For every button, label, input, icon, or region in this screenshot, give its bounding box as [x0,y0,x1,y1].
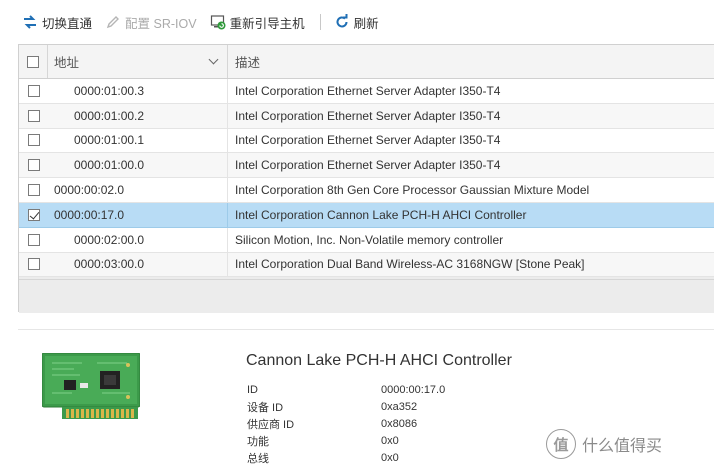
row-address: 0000:00:02.0 [48,178,228,202]
table-row[interactable]: 0000:01:00.0 Intel Corporation Ethernet … [19,153,714,179]
table-row[interactable]: 0000:03:00.0 Intel Corporation Dual Band… [19,252,714,278]
select-all-checkbox[interactable] [27,55,39,68]
toggle-passthrough-label: 切换直通 [42,16,93,31]
device-detail-title: Cannon Lake PCH-H AHCI Controller [246,352,512,369]
watermark-logo-icon: 值 [546,429,576,459]
device-grid: 地址 描述 0000:01:00.3 Intel Corporation Eth… [18,44,714,313]
table-row[interactable]: 0000:02:00.0 Silicon Motion, Inc. Non-Vo… [19,227,714,253]
row-checkbox[interactable] [27,159,40,172]
row-checkbox[interactable] [27,184,40,197]
refresh-button[interactable]: 刷新 [334,11,379,33]
property-key: 总线 [247,452,269,465]
description-column-label: 描述 [235,56,261,70]
refresh-icon [336,14,348,28]
toggle-passthrough-button[interactable]: 切换直通 [22,11,92,33]
select-all-cell [19,45,48,78]
row-address: 0000:01:00.2 [48,103,228,128]
property-value: 0x8086 [381,417,418,430]
property-value: 0000:00:17.0 [381,383,446,396]
row-address: 0000:03:00.0 [48,252,228,277]
row-checkbox[interactable] [27,84,40,97]
row-checkbox[interactable] [27,134,40,147]
table-row[interactable]: 0000:01:00.1 Intel Corporation Ethernet … [19,128,714,154]
row-description: Intel Corporation Dual Band Wireless-AC … [235,257,585,272]
property-row: 功能 0x0 [247,432,577,449]
property-row: 设备 ID 0xa352 [247,398,577,415]
address-column-label: 地址 [54,56,80,70]
reboot-host-icon [210,15,226,30]
row-checkbox[interactable] [27,109,40,122]
property-key: 功能 [247,435,269,448]
row-description: Intel Corporation Ethernet Server Adapte… [235,158,501,173]
grid-header: 地址 描述 [19,45,714,79]
row-description: Intel Corporation Cannon Lake PCH-H AHCI… [235,207,527,222]
row-description: Silicon Motion, Inc. Non-Volatile memory… [235,232,504,247]
property-key: 设备 ID [247,401,284,414]
reboot-host-button[interactable]: 重新引导主机 [210,11,305,33]
row-address: 0000:02:00.0 [48,227,228,252]
row-description: Intel Corporation Ethernet Server Adapte… [235,133,501,148]
property-row: 总线 0x0 [247,449,577,466]
property-value: 0xa352 [381,400,418,413]
row-address: 0000:01:00.3 [48,79,228,103]
property-row: 供应商 ID 0x8086 [247,415,577,432]
toggle-passthrough-icon [24,15,36,29]
row-checkbox-checked[interactable] [27,208,40,221]
pci-card-icon [42,353,140,419]
pencil-icon [106,16,120,29]
table-row[interactable]: 0000:00:02.0 Intel Corporation 8th Gen C… [19,178,714,203]
row-address: 0000:00:17.0 [48,202,228,227]
configure-sriov-label: 配置 SR-IOV [125,16,197,31]
table-row[interactable]: 0000:01:00.3 Intel Corporation Ethernet … [19,79,714,104]
row-address: 0000:01:00.1 [48,128,228,153]
chevron-down-icon[interactable] [208,54,219,65]
row-checkbox[interactable] [27,233,40,246]
reboot-host-label: 重新引导主机 [229,16,305,31]
property-key: 供应商 ID [247,418,295,431]
row-checkbox[interactable] [27,258,40,271]
address-column-header[interactable]: 地址 [48,45,228,78]
watermark-text: 什么值得买 [582,438,663,455]
table-row-selected[interactable]: 0000:00:17.0 Intel Corporation Cannon La… [19,202,714,228]
section-divider [18,329,714,330]
row-description: Intel Corporation Ethernet Server Adapte… [235,83,501,98]
grid-footer [19,279,714,313]
configure-sriov-button[interactable]: 配置 SR-IOV [105,11,197,33]
row-description: Intel Corporation 8th Gen Core Processor… [235,183,590,198]
row-address: 0000:01:00.0 [48,153,228,178]
device-properties: ID 0000:00:17.0 设备 ID 0xa352 供应商 ID 0x80… [247,381,577,466]
property-row: ID 0000:00:17.0 [247,381,577,398]
table-row[interactable]: 0000:01:00.2 Intel Corporation Ethernet … [19,103,714,129]
toolbar: 切换直通 配置 SR-IOV 重新引导主机 刷新 [0,0,714,44]
row-description: Intel Corporation Ethernet Server Adapte… [235,108,501,123]
property-key: ID [247,383,258,396]
refresh-label: 刷新 [353,16,379,31]
grid-rows: 0000:01:00.3 Intel Corporation Ethernet … [19,79,714,278]
description-column-header[interactable]: 描述 [228,45,714,78]
watermark: 值 什么值得买 [546,429,662,459]
toolbar-separator [319,14,321,30]
